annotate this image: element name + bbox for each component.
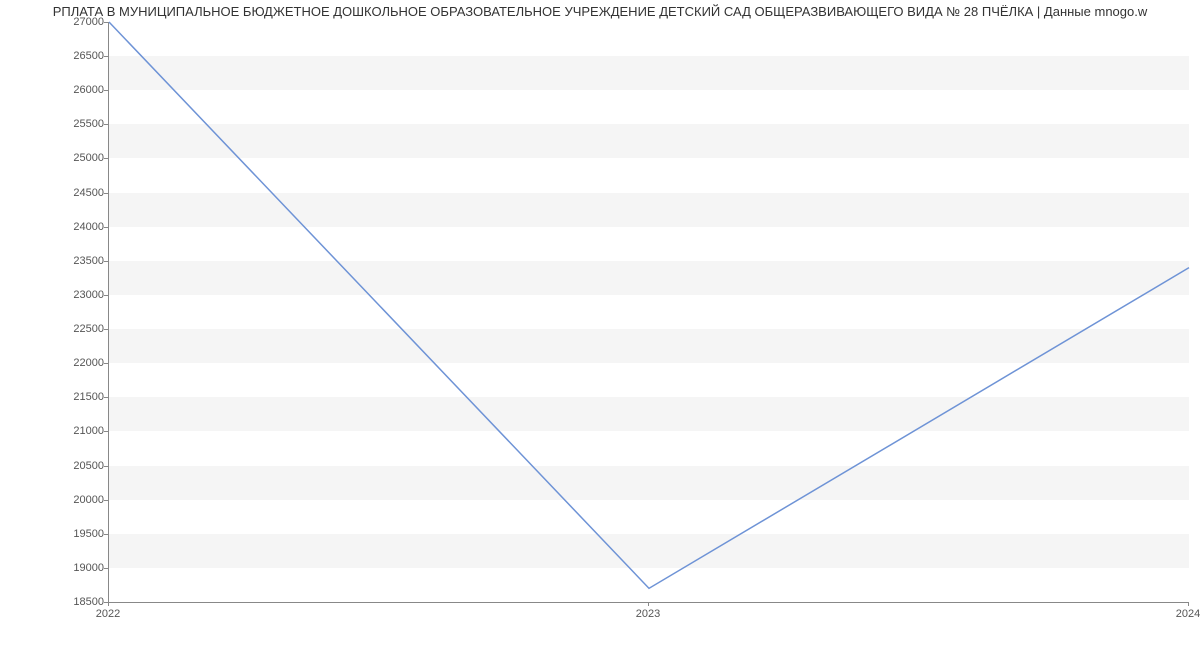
x-tick-label: 2024 <box>1176 608 1200 620</box>
y-tick-label: 25500 <box>54 118 104 130</box>
y-tick-mark <box>104 90 108 91</box>
y-tick-label: 22500 <box>54 323 104 335</box>
y-tick-mark <box>104 261 108 262</box>
x-tick-mark <box>648 602 649 606</box>
plot-area <box>108 22 1189 603</box>
chart-area: 18500 19000 19500 20000 20500 21000 21500 22000… <box>0 22 1200 628</box>
y-tick-mark <box>104 397 108 398</box>
y-tick-mark <box>104 56 108 57</box>
y-tick-label: 19000 <box>54 562 104 574</box>
x-tick-mark <box>1188 602 1189 606</box>
y-tick-mark <box>104 500 108 501</box>
y-tick-label: 20000 <box>54 494 104 506</box>
y-tick-label: 22000 <box>54 357 104 369</box>
y-tick-label: 24000 <box>54 221 104 233</box>
x-tick-label: 2022 <box>96 608 120 620</box>
y-tick-mark <box>104 193 108 194</box>
y-tick-mark <box>104 568 108 569</box>
y-tick-label: 19500 <box>54 528 104 540</box>
y-tick-label: 21000 <box>54 425 104 437</box>
y-tick-label: 20500 <box>54 460 104 472</box>
y-tick-label: 25000 <box>54 152 104 164</box>
y-tick-mark <box>104 363 108 364</box>
y-tick-label: 23500 <box>54 255 104 267</box>
y-tick-label: 21500 <box>54 391 104 403</box>
y-tick-label: 24500 <box>54 187 104 199</box>
y-tick-mark <box>104 22 108 23</box>
y-tick-label: 26500 <box>54 50 104 62</box>
y-tick-mark <box>104 534 108 535</box>
y-tick-mark <box>104 295 108 296</box>
y-tick-label: 27000 <box>54 16 104 28</box>
line-series <box>109 22 1189 602</box>
y-tick-label: 23000 <box>54 289 104 301</box>
y-tick-mark <box>104 227 108 228</box>
y-tick-mark <box>104 466 108 467</box>
y-tick-label: 26000 <box>54 84 104 96</box>
x-tick-mark <box>108 602 109 606</box>
y-tick-mark <box>104 124 108 125</box>
x-tick-label: 2023 <box>636 608 660 620</box>
y-tick-mark <box>104 431 108 432</box>
y-tick-label: 18500 <box>54 596 104 608</box>
y-tick-mark <box>104 158 108 159</box>
y-tick-mark <box>104 329 108 330</box>
chart-title: РПЛАТА В МУНИЦИПАЛЬНОЕ БЮДЖЕТНОЕ ДОШКОЛЬ… <box>0 0 1200 21</box>
